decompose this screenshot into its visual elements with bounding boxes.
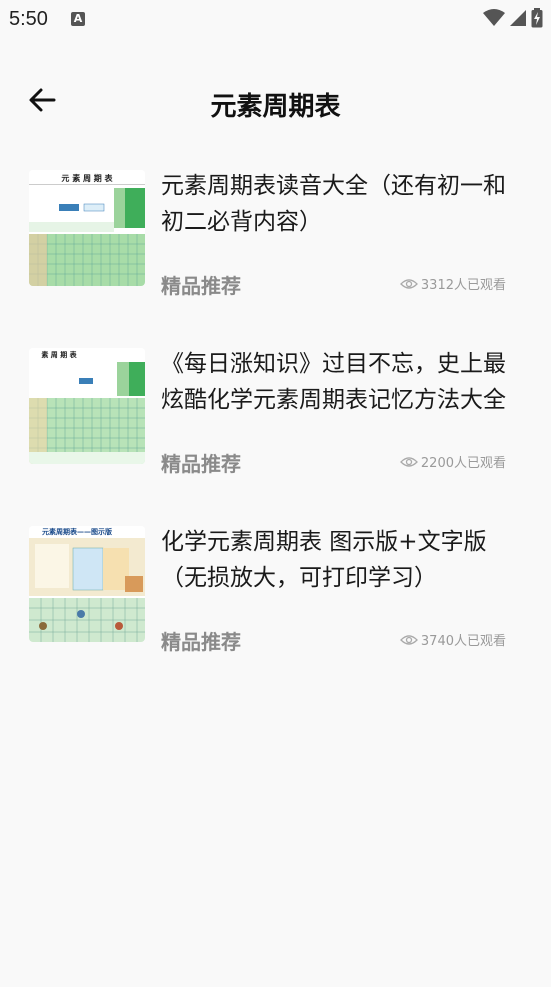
thumb-header: 元 素 周 期 表: [61, 173, 113, 183]
article-list: 元 素 周 期 表 元素周期表读音大全（还有初一和初二必背内容） 精品推荐 33…: [0, 168, 551, 702]
thumb-header: 元素周期表——图示版: [42, 527, 112, 536]
item-title: 化学元素周期表 图示版+文字版（无损放大，可打印学习）: [161, 529, 487, 591]
battery-icon: [531, 8, 543, 32]
list-item[interactable]: 素 周 期 表 《每日涨知识》过目不忘，史上最炫酷化学元素周期表记忆方法大全 精…: [0, 346, 551, 524]
list-item[interactable]: 元素周期表——图示版 化学元素周期表 图示版+文字版（无损放大，可打印学习） 精…: [0, 524, 551, 702]
item-tag: 精品推荐: [161, 274, 241, 298]
view-count: 3312人已观看: [399, 274, 506, 293]
view-count: 3740人已观看: [399, 630, 506, 649]
status-icons: [483, 8, 543, 32]
list-item[interactable]: 元 素 周 期 表 元素周期表读音大全（还有初一和初二必背内容） 精品推荐 33…: [0, 168, 551, 346]
status-bar: 5:50 A: [0, 0, 551, 40]
item-tag: 精品推荐: [161, 452, 241, 476]
page-title: 元素周期表: [210, 92, 341, 122]
item-title: 元素周期表读音大全（还有初一和初二必背内容）: [161, 173, 506, 235]
view-count-text: 2200人已观看: [420, 456, 506, 471]
thumbnail-image: 元素周期表——图示版: [29, 526, 145, 642]
view-count-text: 3312人已观看: [420, 278, 506, 293]
eye-icon: [399, 456, 418, 468]
view-count-text: 3740人已观看: [420, 634, 506, 649]
item-tag: 精品推荐: [161, 630, 241, 654]
notification-a-icon: A: [71, 12, 85, 26]
thumbnail-image: 素 周 期 表: [29, 348, 145, 464]
item-title: 《每日涨知识》过目不忘，史上最炫酷化学元素周期表记忆方法大全: [161, 351, 506, 413]
thumb-header: 素 周 期 表: [41, 350, 77, 359]
thumbnail-image: 元 素 周 期 表: [29, 170, 145, 286]
app-header: 元素周期表: [0, 70, 551, 134]
wifi-icon: [483, 9, 505, 31]
status-time: 5:50: [9, 8, 48, 30]
view-count: 2200人已观看: [399, 452, 506, 471]
signal-icon: [509, 9, 527, 31]
eye-icon: [399, 634, 418, 646]
eye-icon: [399, 278, 418, 290]
